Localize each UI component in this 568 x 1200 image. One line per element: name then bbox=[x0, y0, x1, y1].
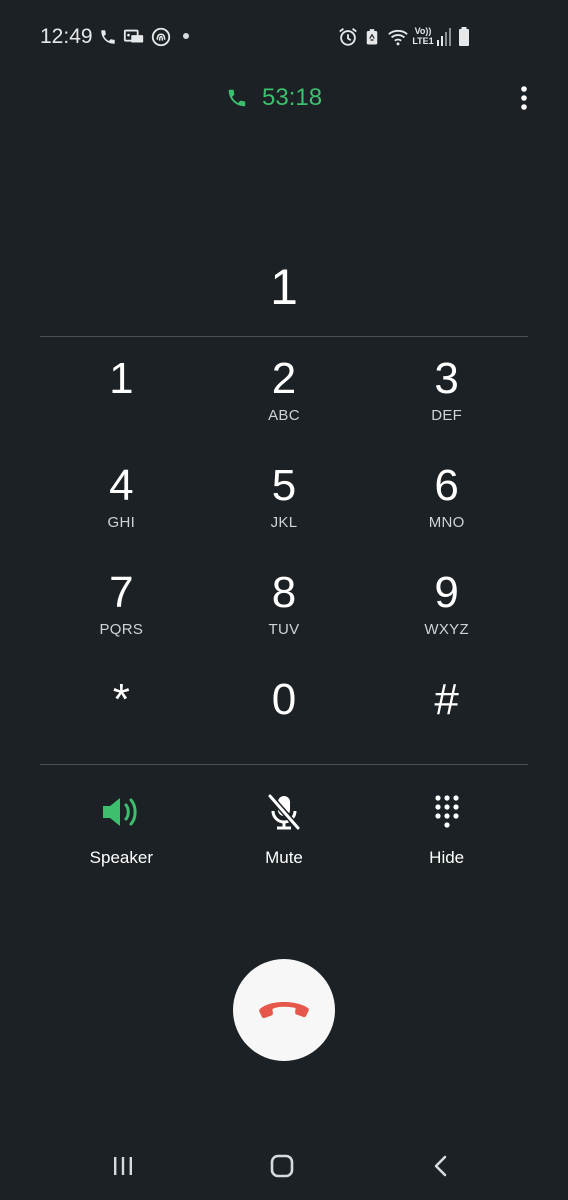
end-call-icon bbox=[259, 1002, 309, 1019]
speaker-label: Speaker bbox=[89, 848, 153, 867]
hide-label: Hide bbox=[429, 848, 465, 867]
speaker-button[interactable]: Speaker bbox=[40, 790, 203, 868]
key-digit: 9 bbox=[434, 568, 459, 617]
key-digit: 2 bbox=[271, 354, 297, 403]
key-hash[interactable]: # bbox=[365, 658, 528, 765]
battery-icon bbox=[459, 27, 469, 46]
key-letters: JKL bbox=[270, 514, 298, 531]
phone-call-icon bbox=[101, 30, 115, 44]
signal-icon bbox=[437, 28, 451, 46]
lte-label: LTE1 bbox=[412, 36, 434, 46]
back-button[interactable] bbox=[421, 1150, 461, 1182]
key-letters: DEF bbox=[431, 407, 463, 424]
hide-keypad-button[interactable]: Hide bbox=[365, 790, 528, 868]
recent-apps-icon bbox=[114, 1157, 132, 1175]
key-7[interactable]: 7 PQRS bbox=[40, 551, 203, 658]
volte-lte-icon: Vo)) LTE1 bbox=[412, 26, 434, 46]
more-options-button[interactable] bbox=[508, 82, 540, 114]
home-icon bbox=[270, 1154, 294, 1178]
alarm-icon bbox=[339, 28, 357, 46]
key-2[interactable]: 2 ABC bbox=[203, 337, 366, 444]
key-digit: 1 bbox=[109, 354, 134, 403]
key-digit: 3 bbox=[434, 354, 459, 403]
dial-keypad: 1 2 ABC 3 DEF 4 GHI 5 JKL 6 MNO 7 PQRS 8… bbox=[40, 337, 528, 765]
key-letters: PQRS bbox=[99, 621, 144, 638]
mute-mic-icon bbox=[267, 794, 301, 830]
more-vertical-icon bbox=[521, 86, 527, 110]
speaker-icon bbox=[103, 798, 137, 826]
key-digit: * bbox=[112, 675, 130, 724]
call-actions: Speaker Mute Hide bbox=[40, 790, 528, 868]
navigation-bar bbox=[0, 1130, 568, 1200]
key-digit: 5 bbox=[271, 461, 297, 510]
status-time: 12:49 bbox=[40, 25, 93, 48]
key-4[interactable]: 4 GHI bbox=[40, 444, 203, 551]
mute-label: Mute bbox=[265, 848, 303, 867]
call-timer: 53:18 bbox=[226, 82, 322, 114]
key-6[interactable]: 6 MNO bbox=[365, 444, 528, 551]
key-0[interactable]: 0 bbox=[203, 658, 366, 765]
key-8[interactable]: 8 TUV bbox=[203, 551, 366, 658]
key-digit: # bbox=[434, 675, 459, 724]
key-star[interactable]: * bbox=[40, 658, 203, 765]
key-3[interactable]: 3 DEF bbox=[365, 337, 528, 444]
volte-label: Vo)) bbox=[414, 26, 432, 36]
dialed-number: 1 bbox=[270, 259, 298, 315]
status-bar: 12:49 Vo)) LTE1 bbox=[0, 0, 568, 74]
key-letters: GHI bbox=[107, 514, 136, 531]
recent-apps-button[interactable] bbox=[103, 1150, 143, 1182]
battery-saver-icon bbox=[366, 29, 378, 45]
keypad-icon bbox=[435, 795, 459, 828]
voicemail-screen-icon bbox=[123, 29, 144, 43]
fingerprint-icon bbox=[151, 27, 171, 47]
notification-dot-icon bbox=[183, 33, 189, 39]
back-icon bbox=[434, 1155, 447, 1177]
key-1[interactable]: 1 bbox=[40, 337, 203, 444]
key-digit: 8 bbox=[271, 568, 297, 617]
key-digit: 4 bbox=[109, 461, 134, 510]
divider-bottom bbox=[40, 764, 528, 765]
home-button[interactable] bbox=[262, 1150, 302, 1182]
key-digit: 6 bbox=[434, 461, 459, 510]
key-9[interactable]: 9 WXYZ bbox=[365, 551, 528, 658]
key-digit: 0 bbox=[271, 675, 297, 724]
call-duration: 53:18 bbox=[262, 84, 323, 111]
wifi-icon bbox=[388, 29, 408, 46]
key-5[interactable]: 5 JKL bbox=[203, 444, 366, 551]
key-letters: TUV bbox=[268, 621, 300, 638]
active-call-icon bbox=[228, 89, 246, 107]
key-letters: ABC bbox=[268, 407, 300, 424]
key-digit: 7 bbox=[109, 568, 134, 617]
key-letters: MNO bbox=[428, 514, 465, 531]
end-call-button[interactable] bbox=[233, 959, 335, 1061]
key-letters: WXYZ bbox=[424, 621, 469, 638]
mute-button[interactable]: Mute bbox=[203, 790, 366, 868]
